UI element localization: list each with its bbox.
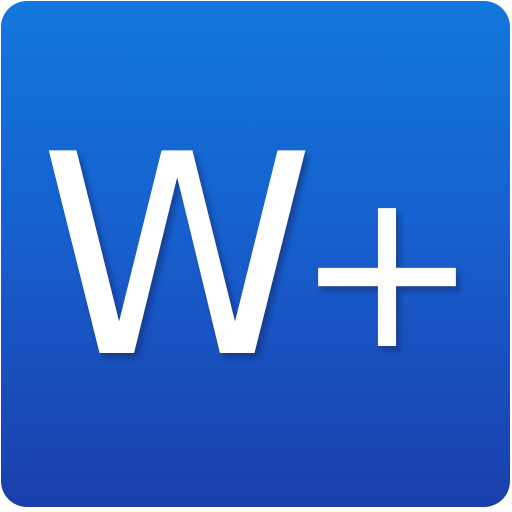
letter-w-glyph: W bbox=[40, 95, 315, 419]
app-icon-tile: W + bbox=[1, 1, 510, 507]
app-icon-graphic: W + bbox=[40, 95, 480, 419]
plus-icon: + bbox=[295, 142, 479, 398]
